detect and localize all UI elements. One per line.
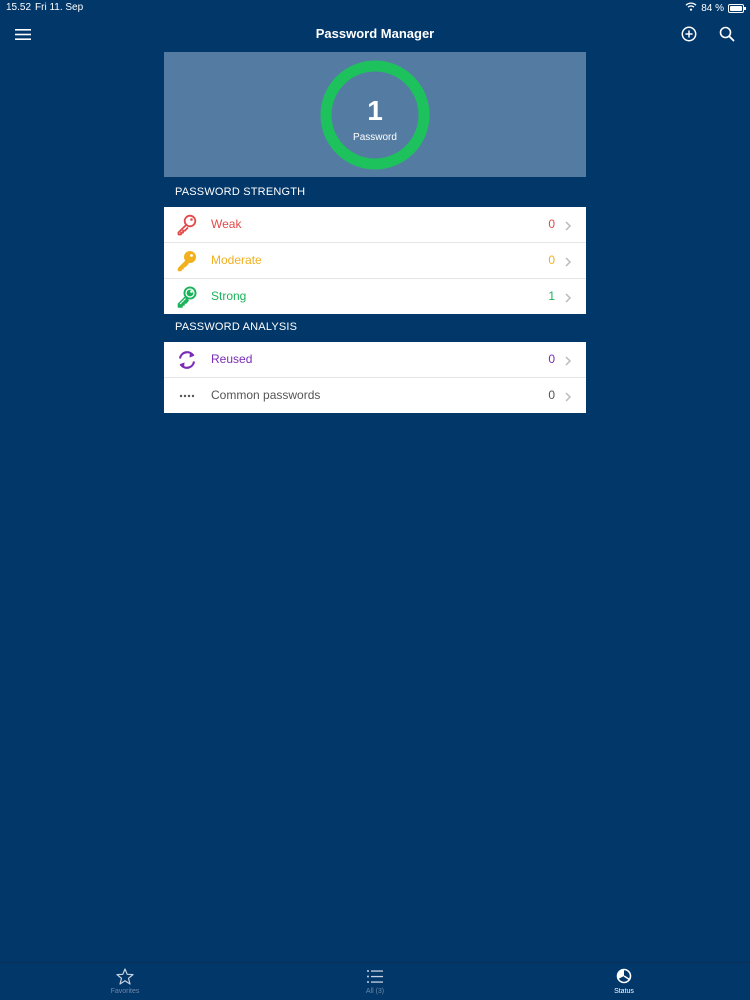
password-dots-icon [176, 385, 198, 407]
key-icon [176, 214, 198, 236]
add-circle-icon[interactable] [679, 24, 699, 44]
row-count: 0 [548, 217, 555, 231]
wifi-icon [685, 2, 697, 14]
status-icon [594, 967, 654, 985]
star-icon [95, 967, 155, 985]
chevron-right-icon [563, 354, 573, 366]
strength-header: PASSWORD STRENGTH [175, 186, 306, 198]
refresh-icon [176, 349, 198, 371]
tab-status[interactable]: Status [594, 967, 654, 995]
analysis-row-reused[interactable]: Reused 0 [164, 342, 586, 378]
analysis-list: Reused 0 Common passwords 0 [164, 342, 586, 413]
strength-row-strong[interactable]: Strong 1 [164, 279, 586, 314]
password-count: 1 [367, 95, 383, 126]
strength-list: Weak 0 Moderate 0 Strong 1 [164, 207, 586, 314]
strength-row-moderate[interactable]: Moderate 0 [164, 243, 586, 279]
analysis-row-common[interactable]: Common passwords 0 [164, 378, 586, 413]
row-count: 0 [548, 253, 555, 267]
nav-bar: Password Manager [0, 18, 750, 48]
row-label: Strong [211, 289, 247, 303]
status-bar: 15.52 Fri 11. Sep 84 % [0, 0, 750, 16]
app-root: 15.52 Fri 11. Sep 84 % Password Manager [0, 0, 750, 1000]
status-time: 15.52 [6, 2, 32, 13]
tab-label: Favorites [110, 988, 140, 995]
tab-favorites[interactable]: Favorites [95, 967, 155, 995]
chevron-right-icon [563, 255, 573, 267]
status-right: 84 % [685, 2, 746, 14]
tab-all[interactable]: All (3) [345, 967, 405, 995]
row-count: 0 [548, 352, 555, 366]
password-summary: 1 Password [164, 52, 586, 177]
list-icon [345, 967, 405, 985]
tab-label: All (3) [365, 988, 385, 995]
key-icon [176, 250, 198, 272]
chevron-right-icon [563, 219, 573, 231]
battery-icon [728, 3, 746, 13]
analysis-header: PASSWORD ANALYSIS [175, 321, 298, 333]
status-date: Fri 11. Sep [35, 2, 84, 13]
row-label: Moderate [211, 253, 262, 267]
row-label: Weak [211, 217, 242, 231]
row-label: Reused [211, 352, 253, 366]
battery-percent: 84 % [701, 2, 724, 14]
row-count: 1 [548, 289, 555, 303]
row-count: 0 [548, 388, 555, 402]
tab-label: Status [614, 988, 634, 995]
password-ring: 1 Password [319, 59, 431, 171]
tab-bar: Favorites All (3) Status [0, 962, 750, 1000]
search-icon[interactable] [717, 24, 737, 44]
page-title: Password Manager [315, 26, 435, 41]
strength-row-weak[interactable]: Weak 0 [164, 207, 586, 243]
chevron-right-icon [563, 291, 573, 303]
password-count-label: Password [353, 132, 397, 143]
row-label: Common passwords [211, 388, 321, 402]
key-icon [176, 286, 198, 308]
chevron-right-icon [563, 390, 573, 402]
